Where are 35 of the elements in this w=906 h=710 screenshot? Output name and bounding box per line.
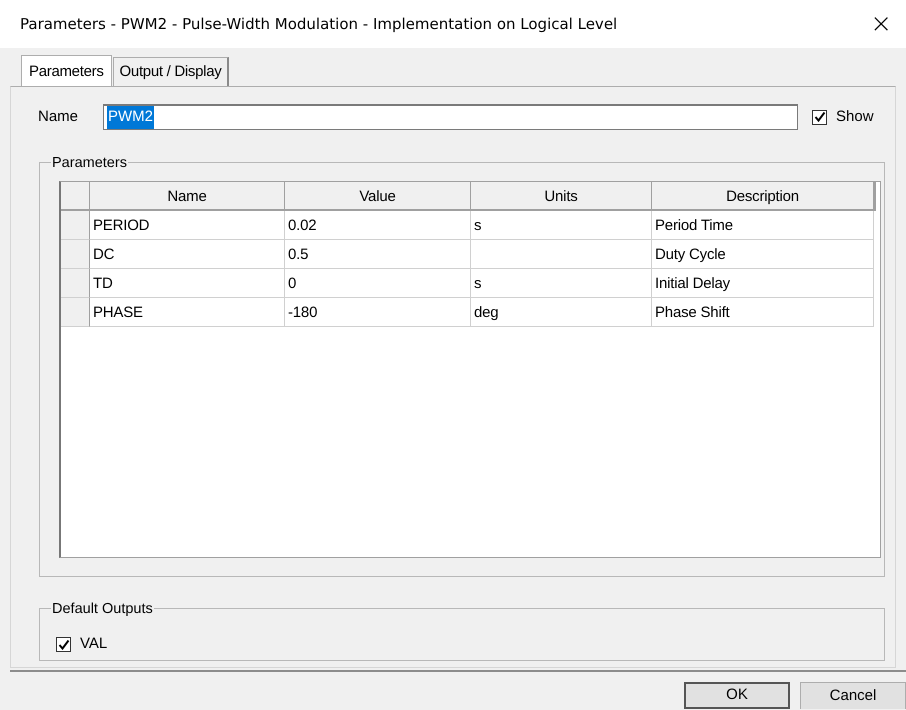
- output-checkbox[interactable]: [56, 637, 71, 652]
- name-label: Name: [38, 106, 80, 127]
- table-cell: DC: [90, 240, 285, 269]
- column-header[interactable]: Description: [652, 182, 876, 211]
- ok-button[interactable]: OK: [684, 682, 790, 709]
- column-header[interactable]: Name: [90, 182, 285, 211]
- row-header[interactable]: [61, 298, 90, 327]
- table-cell: Period Time: [652, 211, 874, 240]
- close-button[interactable]: ×: [864, 11, 898, 37]
- table-cell: s: [471, 211, 652, 240]
- name-field[interactable]: PWM2: [103, 104, 798, 130]
- table-cell: 0: [285, 269, 471, 298]
- table-cell: Phase Shift: [652, 298, 874, 327]
- table-cell: -180: [285, 298, 471, 327]
- table-cell: deg: [471, 298, 652, 327]
- output-label: VAL: [80, 634, 108, 654]
- table-cell: Initial Delay: [652, 269, 874, 298]
- table-cell: PERIOD: [90, 211, 285, 240]
- table-cell: 0.02: [285, 211, 471, 240]
- table-cell: PHASE: [90, 298, 285, 327]
- row-header[interactable]: [61, 240, 90, 269]
- cancel-button[interactable]: Cancel: [800, 682, 906, 709]
- column-header[interactable]: Value: [285, 182, 471, 211]
- tab[interactable]: Output / Display: [112, 56, 230, 86]
- table-cell: s: [471, 269, 652, 298]
- table-cell: Duty Cycle: [652, 240, 874, 269]
- show-checkbox[interactable]: [812, 110, 827, 124]
- row-header[interactable]: [61, 269, 90, 298]
- table-cell: 0.5: [285, 240, 471, 269]
- column-header[interactable]: Units: [471, 182, 652, 211]
- show-label: Show: [836, 106, 874, 127]
- window-title: Parameters - PWM2 - Pulse-Width Modulation - Implementation on Logical Level: [20, 14, 618, 35]
- tab[interactable]: Parameters: [21, 54, 112, 87]
- table-cell: TD: [90, 269, 285, 298]
- row-header[interactable]: [61, 211, 90, 240]
